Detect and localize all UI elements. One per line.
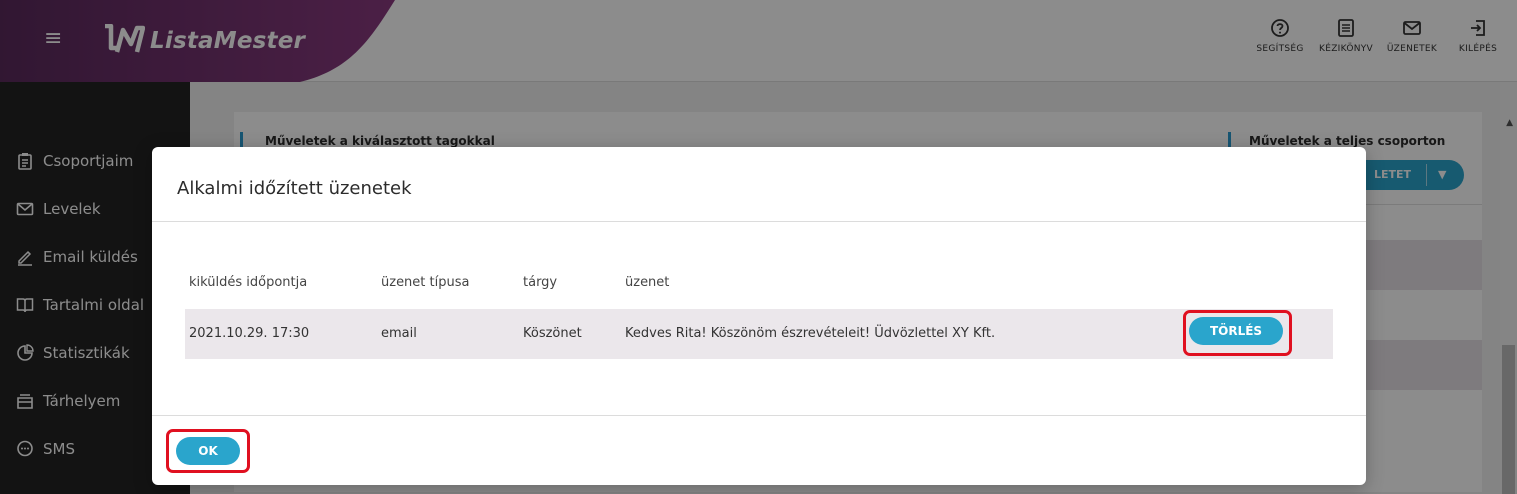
divider [152, 415, 1366, 416]
cell-subject: Köszönet [523, 326, 582, 341]
scheduled-messages-dialog: Alkalmi időzített üzenetek kiküldés időp… [152, 147, 1366, 485]
cell-message: Kedves Rita! Köszönöm észrevételeit! Üdv… [625, 326, 996, 341]
cell-message-type: email [381, 326, 417, 341]
cell-send-time: 2021.10.29. 17:30 [189, 326, 310, 341]
column-header-message-type: üzenet típusa [381, 275, 470, 290]
dialog-title: Alkalmi időzített üzenetek [177, 178, 412, 199]
delete-button-highlight [1183, 310, 1292, 356]
column-header-message: üzenet [625, 275, 670, 290]
column-header-subject: tárgy [523, 275, 558, 290]
divider [152, 221, 1366, 222]
ok-button-highlight [166, 429, 250, 473]
column-header-send-time: kiküldés időpontja [189, 275, 308, 290]
table-row: 2021.10.29. 17:30 email Köszönet Kedves … [185, 309, 1333, 359]
